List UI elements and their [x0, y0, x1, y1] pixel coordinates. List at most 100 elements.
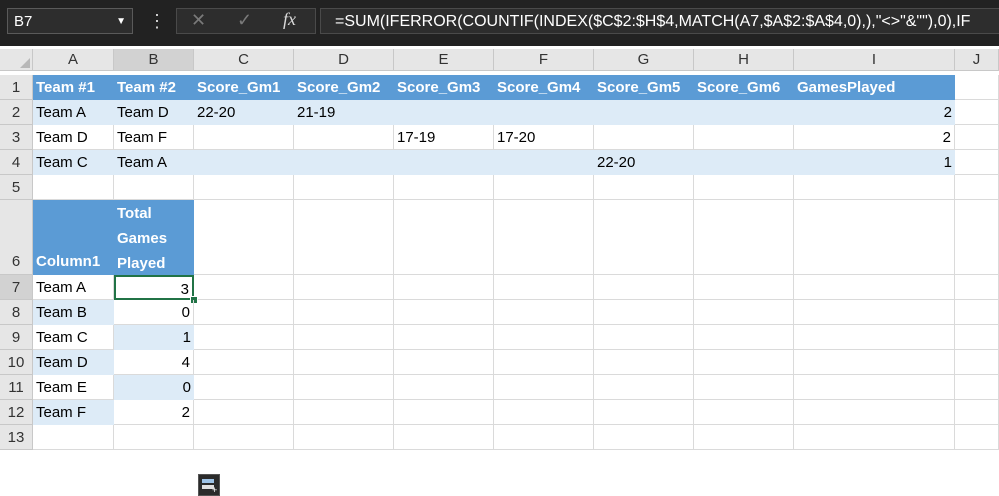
cell-d7[interactable]: [294, 275, 394, 300]
table1-cell-g2[interactable]: [594, 100, 694, 125]
table2-cell-a9[interactable]: Team C: [33, 325, 114, 350]
cell-g7[interactable]: [594, 275, 694, 300]
table1-cell-g3[interactable]: [594, 125, 694, 150]
cell-j12[interactable]: [955, 400, 999, 425]
table1-cell-d2[interactable]: 21-19: [294, 100, 394, 125]
table1-header-f[interactable]: Score_Gm4: [494, 75, 594, 100]
table1-header-g[interactable]: Score_Gm5: [594, 75, 694, 100]
cell-f12[interactable]: [494, 400, 594, 425]
table1-cell-e3[interactable]: 17-19: [394, 125, 494, 150]
table1-cell-e4[interactable]: [394, 150, 494, 175]
cell-h8[interactable]: [694, 300, 794, 325]
table1-cell-i4[interactable]: 1: [794, 150, 955, 175]
row-header-9[interactable]: 9: [0, 325, 33, 350]
cell-i7[interactable]: [794, 275, 955, 300]
table1-header-b[interactable]: Team #2: [114, 75, 194, 100]
cell-j7[interactable]: [955, 275, 999, 300]
cell-d11[interactable]: [294, 375, 394, 400]
cell-g9[interactable]: [594, 325, 694, 350]
cell-g12[interactable]: [594, 400, 694, 425]
column-header-h[interactable]: H: [694, 49, 794, 71]
row-header-12[interactable]: 12: [0, 400, 33, 425]
column-header-j[interactable]: J: [955, 49, 999, 71]
table1-cell-e2[interactable]: [394, 100, 494, 125]
table1-cell-i2[interactable]: 2: [794, 100, 955, 125]
cell-d5[interactable]: [294, 175, 394, 200]
cell-d13[interactable]: [294, 425, 394, 450]
table1-cell-f3[interactable]: 17-20: [494, 125, 594, 150]
cell-j1[interactable]: [955, 75, 999, 100]
table2-header-b[interactable]: Total Games Played: [114, 200, 194, 275]
cell-i9[interactable]: [794, 325, 955, 350]
cell-b5[interactable]: [114, 175, 194, 200]
select-all-button[interactable]: [0, 49, 33, 71]
name-box[interactable]: B7 ▼: [7, 8, 133, 34]
cell-g5[interactable]: [594, 175, 694, 200]
cell-c7[interactable]: [194, 275, 294, 300]
cell-c10[interactable]: [194, 350, 294, 375]
cell-g6[interactable]: [594, 200, 694, 275]
table2-cell-b9[interactable]: 1: [114, 325, 194, 350]
cell-e10[interactable]: [394, 350, 494, 375]
cell-i11[interactable]: [794, 375, 955, 400]
cell-b13[interactable]: [114, 425, 194, 450]
cell-c5[interactable]: [194, 175, 294, 200]
row-header-10[interactable]: 10: [0, 350, 33, 375]
cell-h11[interactable]: [694, 375, 794, 400]
table1-cell-d4[interactable]: [294, 150, 394, 175]
column-header-g[interactable]: G: [594, 49, 694, 71]
table1-cell-f4[interactable]: [494, 150, 594, 175]
table2-cell-b11[interactable]: 0: [114, 375, 194, 400]
table1-cell-a4[interactable]: Team C: [33, 150, 114, 175]
cell-g8[interactable]: [594, 300, 694, 325]
row-header-6[interactable]: 6: [0, 200, 33, 275]
cell-c8[interactable]: [194, 300, 294, 325]
table1-cell-d3[interactable]: [294, 125, 394, 150]
cell-i10[interactable]: [794, 350, 955, 375]
cancel-x-icon[interactable]: ✕: [191, 10, 206, 31]
cell-a13[interactable]: [33, 425, 114, 450]
table1-cell-a2[interactable]: Team A: [33, 100, 114, 125]
table2-cell-a12[interactable]: Team F: [33, 400, 114, 425]
table2-cell-a11[interactable]: Team E: [33, 375, 114, 400]
cell-j9[interactable]: [955, 325, 999, 350]
row-header-4[interactable]: 4: [0, 150, 33, 175]
enter-check-icon[interactable]: ✓: [237, 10, 252, 31]
cell-h12[interactable]: [694, 400, 794, 425]
cell-h6[interactable]: [694, 200, 794, 275]
column-header-i[interactable]: I: [794, 49, 955, 71]
cell-f13[interactable]: [494, 425, 594, 450]
row-header-13[interactable]: 13: [0, 425, 33, 450]
row-header-5[interactable]: 5: [0, 175, 33, 200]
column-header-a[interactable]: A: [33, 49, 114, 71]
quick-analysis-icon[interactable]: +: [198, 474, 220, 496]
table1-header-i[interactable]: GamesPlayed: [794, 75, 955, 100]
cell-h5[interactable]: [694, 175, 794, 200]
cell-e12[interactable]: [394, 400, 494, 425]
row-header-1[interactable]: 1: [0, 75, 33, 100]
column-header-e[interactable]: E: [394, 49, 494, 71]
column-header-b[interactable]: B: [114, 49, 194, 71]
cell-e7[interactable]: [394, 275, 494, 300]
cell-j2[interactable]: [955, 100, 999, 125]
cell-f8[interactable]: [494, 300, 594, 325]
table2-cell-b8[interactable]: 0: [114, 300, 194, 325]
table1-header-h[interactable]: Score_Gm6: [694, 75, 794, 100]
cell-i6[interactable]: [794, 200, 955, 275]
row-header-11[interactable]: 11: [0, 375, 33, 400]
formula-input[interactable]: =SUM(IFERROR(COUNTIF(INDEX($C$2:$H$4,MAT…: [320, 8, 999, 34]
cell-j8[interactable]: [955, 300, 999, 325]
cell-j11[interactable]: [955, 375, 999, 400]
cell-d8[interactable]: [294, 300, 394, 325]
cell-e11[interactable]: [394, 375, 494, 400]
table1-cell-c4[interactable]: [194, 150, 294, 175]
cell-h10[interactable]: [694, 350, 794, 375]
table1-cell-h2[interactable]: [694, 100, 794, 125]
cell-g13[interactable]: [594, 425, 694, 450]
table1-cell-b3[interactable]: Team F: [114, 125, 194, 150]
cell-f7[interactable]: [494, 275, 594, 300]
table2-cell-b10[interactable]: 4: [114, 350, 194, 375]
cell-c6[interactable]: [194, 200, 294, 275]
table1-header-e[interactable]: Score_Gm3: [394, 75, 494, 100]
table1-cell-f2[interactable]: [494, 100, 594, 125]
